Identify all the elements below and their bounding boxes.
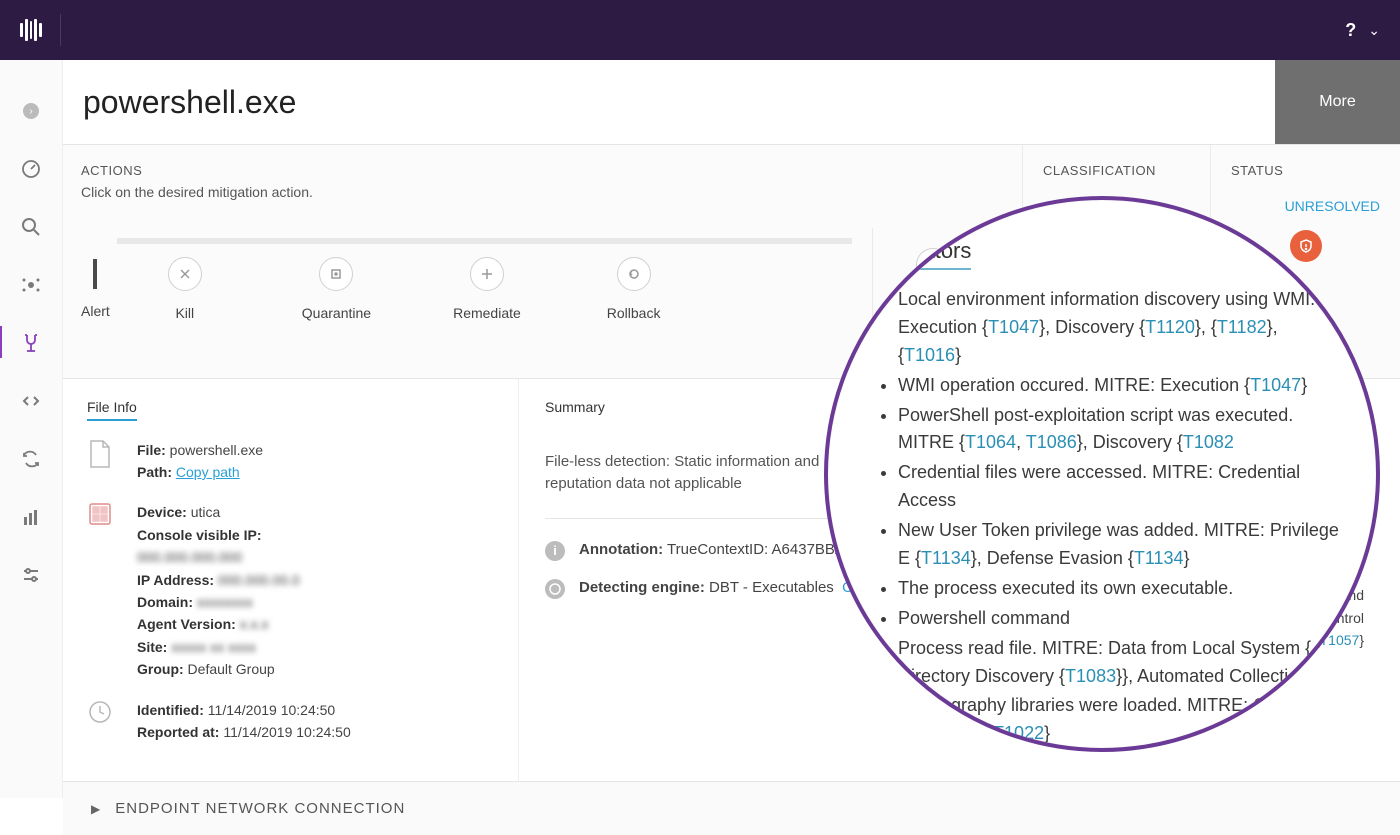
annotation-label: Annotation: bbox=[579, 541, 663, 558]
action-rollback-label: Rollback bbox=[607, 305, 661, 321]
ip-value-redacted: 000.000.00.0 bbox=[218, 572, 300, 588]
accordion-label: ENDPOINT NETWORK CONNECTION bbox=[115, 800, 405, 817]
file-info-title: File Info bbox=[87, 399, 137, 421]
action-remediate-label: Remediate bbox=[453, 305, 521, 321]
mitre-link[interactable]: T1047 bbox=[988, 317, 1039, 337]
mitre-link[interactable]: T1082 bbox=[1183, 432, 1234, 452]
actions-subtext: Click on the desired mitigation action. bbox=[81, 184, 992, 200]
action-quarantine-label: Quarantine bbox=[302, 305, 371, 321]
mitre-link[interactable]: T1120 bbox=[1145, 317, 1195, 337]
mitre-link[interactable]: T1083 bbox=[1065, 666, 1116, 686]
indicators-list: Local environment information discovery … bbox=[886, 286, 1344, 752]
file-info-panel: File Info File: powershell.exe Path: Cop… bbox=[63, 379, 519, 782]
device-label: Device: bbox=[137, 504, 187, 520]
action-remediate[interactable]: Remediate bbox=[453, 257, 521, 321]
group-value: Default Group bbox=[188, 661, 275, 677]
mitre-link[interactable]: T1134 bbox=[1134, 548, 1184, 568]
info-icon: i bbox=[545, 541, 565, 561]
path-label: Path: bbox=[137, 464, 172, 480]
sidebar: › bbox=[0, 60, 63, 798]
divider bbox=[60, 14, 61, 46]
status-value: UNRESOLVED bbox=[1231, 198, 1380, 214]
chevron-right-icon: ▶ bbox=[91, 802, 101, 816]
ip-label: IP Address: bbox=[137, 572, 214, 588]
indicator-item: WMI operation occured. MITRE: Execution … bbox=[898, 372, 1344, 400]
indicator-item: Local environment information discovery … bbox=[898, 286, 1344, 370]
detect-value: DBT - Executables bbox=[709, 579, 834, 596]
chevron-down-icon[interactable]: ⌄ bbox=[1368, 22, 1380, 39]
code-icon[interactable] bbox=[20, 390, 42, 412]
divider bbox=[545, 518, 865, 519]
mitre-link[interactable]: T1086 bbox=[1026, 432, 1077, 452]
indicator-item: New User Token privilege was added. MITR… bbox=[898, 517, 1344, 573]
copy-path-link[interactable]: Copy path bbox=[176, 464, 240, 480]
summary-title: Summary bbox=[545, 399, 605, 419]
device-value: utica bbox=[191, 504, 221, 520]
mitre-link[interactable]: T1064 bbox=[965, 432, 1016, 452]
sidebar-collapse-icon[interactable]: › bbox=[20, 100, 42, 122]
action-rollback[interactable]: Rollback bbox=[607, 257, 661, 321]
action-alert-label: Alert bbox=[81, 303, 110, 319]
mitre-link[interactable]: T1182 bbox=[1217, 317, 1267, 337]
site-value-redacted: xxxxx xx xxxx bbox=[171, 639, 256, 655]
file-label: File: bbox=[137, 442, 166, 458]
more-button[interactable]: More bbox=[1275, 60, 1400, 144]
indicator-item: Powershell command bbox=[898, 605, 1344, 633]
dashboard-icon[interactable] bbox=[20, 158, 42, 180]
endpoint-network-accordion[interactable]: ▶ ENDPOINT NETWORK CONNECTION bbox=[63, 781, 1400, 835]
mitre-link[interactable]: T1047 bbox=[1250, 375, 1301, 395]
indicator-item: Process read file. MITRE: Data from Loca… bbox=[898, 635, 1344, 691]
analyze-icon[interactable] bbox=[20, 332, 42, 354]
console-ip-value-redacted: 000.000.000.000 bbox=[137, 546, 300, 568]
domain-label: Domain: bbox=[137, 594, 193, 610]
shield-icon bbox=[1290, 230, 1322, 262]
mitre-link[interactable]: T1134 bbox=[921, 548, 971, 568]
console-ip-label: Console visible IP: bbox=[137, 527, 261, 543]
actions-label: ACTIONS bbox=[81, 163, 992, 178]
identified-label: Identified: bbox=[137, 702, 204, 718]
settings-icon[interactable] bbox=[20, 564, 42, 586]
indicator-item: Credential files were accessed. MITRE: C… bbox=[898, 459, 1344, 515]
site-label: Site: bbox=[137, 639, 167, 655]
reports-icon[interactable] bbox=[20, 506, 42, 528]
action-kill[interactable]: Kill bbox=[168, 257, 202, 321]
summary-body: File-less detection: Static information … bbox=[545, 451, 865, 496]
indicators-magnifier: Indicators Local environment information… bbox=[824, 196, 1380, 752]
file-value: powershell.exe bbox=[170, 442, 263, 458]
help-icon[interactable]: ? bbox=[1345, 20, 1356, 41]
file-icon bbox=[87, 439, 119, 471]
reported-label: Reported at: bbox=[137, 724, 219, 740]
action-alert[interactable]: Alert bbox=[81, 259, 110, 319]
refresh-icon[interactable] bbox=[20, 448, 42, 470]
status-label: STATUS bbox=[1231, 163, 1380, 178]
clock-icon bbox=[87, 699, 119, 731]
device-icon bbox=[87, 501, 119, 533]
agent-label: Agent Version: bbox=[137, 616, 236, 632]
mitre-link[interactable]: T1016 bbox=[904, 345, 955, 365]
group-label: Group: bbox=[137, 661, 184, 677]
page-title: powershell.exe bbox=[63, 62, 1275, 143]
action-kill-label: Kill bbox=[175, 305, 194, 321]
indicator-item: The process executed its own executable. bbox=[898, 575, 1344, 603]
agent-value-redacted: x.x.x bbox=[240, 616, 269, 632]
action-quarantine[interactable]: Quarantine bbox=[302, 257, 371, 321]
network-icon[interactable] bbox=[20, 274, 42, 296]
indicator-item: PowerShell post-exploitation script was … bbox=[898, 402, 1344, 458]
classification-label: CLASSIFICATION bbox=[1043, 163, 1190, 178]
reported-value: 11/14/2019 10:24:50 bbox=[223, 724, 350, 740]
search-icon[interactable] bbox=[20, 216, 42, 238]
domain-value-redacted: xxxxxxxx bbox=[197, 594, 253, 610]
identified-value: 11/14/2019 10:24:50 bbox=[208, 702, 335, 718]
brand-logo bbox=[20, 19, 42, 41]
engine-icon bbox=[545, 579, 565, 599]
detect-label: Detecting engine: bbox=[579, 579, 705, 596]
topbar: ? ⌄ bbox=[0, 0, 1400, 60]
header: powershell.exe More bbox=[63, 60, 1400, 145]
action-track-line bbox=[117, 238, 852, 244]
